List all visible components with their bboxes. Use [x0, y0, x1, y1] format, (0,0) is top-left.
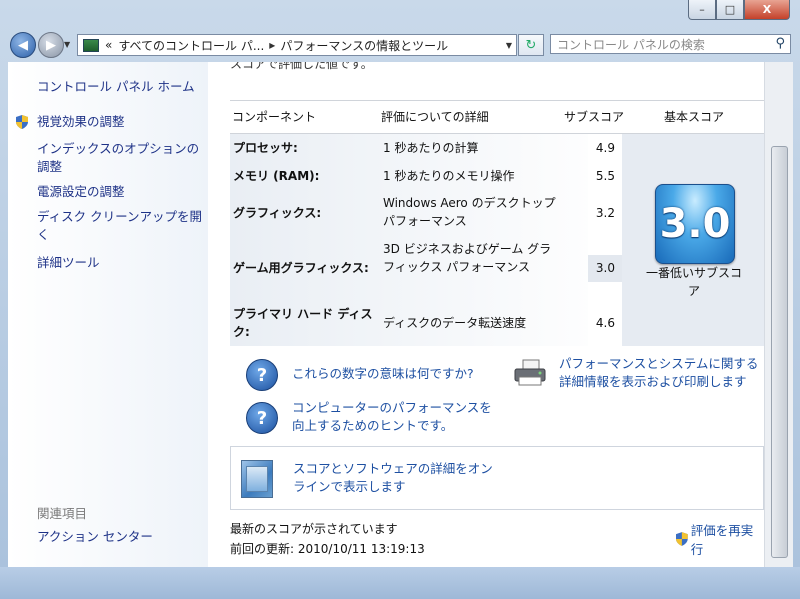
related-header: 関連項目 [37, 506, 88, 521]
row-processor-detail: 1 秒あたりの計算 [383, 141, 479, 155]
window-bottom-frame [0, 567, 800, 599]
divider [230, 100, 764, 101]
base-score-badge: 3.0 [655, 184, 735, 264]
row-memory-subscore: 5.5 [595, 169, 615, 183]
refresh-button[interactable]: ↻ [518, 34, 544, 56]
address-bar[interactable]: « すべてのコントロール パ... ▸ パフォーマンスの情報とツール ▼ [77, 34, 517, 56]
sidebar-advanced-tools-link[interactable]: 詳細ツール [37, 254, 205, 272]
help-icon[interactable]: ? [246, 359, 278, 391]
score-meaning-link[interactable]: これらの数字の意味は何ですか? [292, 365, 474, 383]
software-box-icon [241, 460, 273, 498]
control-panel-icon [83, 38, 99, 52]
row-hard-disk-label: プライマリ ハード ディスク: [233, 307, 373, 339]
task-pane: コントロール パネル ホーム 視覚効果の調整 インデックスのオプションの調整 電… [8, 62, 208, 567]
address-dropdown-icon[interactable]: ▼ [506, 41, 512, 50]
search-box[interactable]: コントロール パネルの検索 ⚲ [550, 34, 791, 54]
rerun-assessment-link[interactable]: 評価を再実行 [676, 520, 764, 558]
base-score-value: 3.0 [659, 201, 731, 247]
row-hard-disk-subscore: 4.6 [595, 316, 615, 330]
header-component: コンポーネント [232, 110, 317, 124]
caption-buttons: – □ X [688, 0, 790, 20]
sidebar-index-options-link[interactable]: インデックスのオプションの調整 [37, 140, 205, 176]
last-updated-text: 前回の更新: 2010/10/11 13:19:13 [230, 542, 425, 556]
base-score-caption: 一番低いサブスコア [645, 266, 742, 298]
online-details-link[interactable]: スコアとソフトウェアの詳細をオンラインで表示します [293, 460, 503, 496]
row-graphics-label: グラフィックス: [233, 206, 322, 220]
header-detail: 評価についての詳細 [381, 110, 489, 124]
rerun-assessment-label: 評価を再実行 [690, 523, 754, 557]
row-graphics-detail: Windows Aero のデスクトップ パフォーマンス [383, 196, 556, 228]
sidebar-power-settings-link[interactable]: 電源設定の調整 [37, 183, 205, 201]
row-graphics-subscore: 3.2 [595, 206, 615, 220]
address-overflow-chevron[interactable]: « [105, 38, 112, 52]
header-subscore: サブスコア [564, 110, 625, 124]
row-gaming-graphics-subscore: 3.0 [595, 261, 615, 275]
online-details-box: スコアとソフトウェアの詳細をオンラインで表示します [230, 446, 764, 510]
main-content: スコアで評価した値です。 コンポーネント 評価についての詳細 サブスコア 基本ス… [208, 62, 764, 567]
subscore-column [588, 134, 622, 346]
uac-shield-icon [676, 532, 688, 546]
breadcrumb-separator-icon[interactable]: ▸ [269, 38, 275, 52]
uac-shield-icon [16, 115, 28, 129]
row-memory-detail: 1 秒あたりのメモリ操作 [383, 169, 515, 183]
row-processor-subscore: 4.9 [595, 141, 615, 155]
close-button[interactable]: X [744, 0, 790, 20]
sidebar-visual-effects-link[interactable]: 視覚効果の調整 [37, 113, 205, 131]
sidebar-home-link[interactable]: コントロール パネル ホーム [37, 78, 205, 96]
recent-pages-dropdown-icon[interactable]: ▼ [64, 40, 70, 49]
back-button[interactable]: ◀ [10, 32, 36, 58]
search-input-placeholder: コントロール パネルの検索 [557, 37, 705, 52]
intro-text: スコアで評価した値です。 [230, 62, 373, 71]
vertical-scrollbar[interactable] [764, 62, 793, 567]
row-gaming-graphics-detail: 3D ビジネスおよびゲーム グラフィックス パフォーマンス [383, 242, 552, 274]
search-icon[interactable]: ⚲ [775, 36, 785, 51]
title-bar: – □ X [0, 0, 800, 28]
row-gaming-graphics-label: ゲーム用グラフィックス: [233, 261, 369, 275]
latest-score-status: 最新のスコアが示されています [230, 522, 398, 536]
breadcrumb-all-control-panel[interactable]: すべてのコントロール パ... [118, 37, 264, 54]
scrollbar-thumb[interactable] [771, 146, 788, 558]
performance-tips-link[interactable]: コンピューターのパフォーマンスを向上するためのヒントです。 [292, 399, 502, 435]
row-hard-disk-detail: ディスクのデータ転送速度 [383, 316, 527, 330]
header-base-score: 基本スコア [664, 110, 725, 124]
row-memory-label: メモリ (RAM): [233, 169, 320, 183]
sidebar-disk-cleanup-link[interactable]: ディスク クリーンアップを開く [37, 208, 205, 244]
row-processor-label: プロセッサ: [233, 141, 298, 155]
minimize-button[interactable]: – [688, 0, 716, 20]
sidebar-action-center-link[interactable]: アクション センター [37, 528, 205, 546]
forward-button[interactable]: ▶ [38, 32, 64, 58]
printer-icon [514, 359, 546, 386]
maximize-button[interactable]: □ [716, 0, 744, 20]
breadcrumb-performance[interactable]: パフォーマンスの情報とツール [280, 37, 448, 54]
refresh-icon: ↻ [525, 37, 537, 53]
print-details-link[interactable]: パフォーマンスとシステムに関する詳細情報を表示および印刷します [559, 355, 764, 391]
help-icon[interactable]: ? [246, 402, 278, 434]
